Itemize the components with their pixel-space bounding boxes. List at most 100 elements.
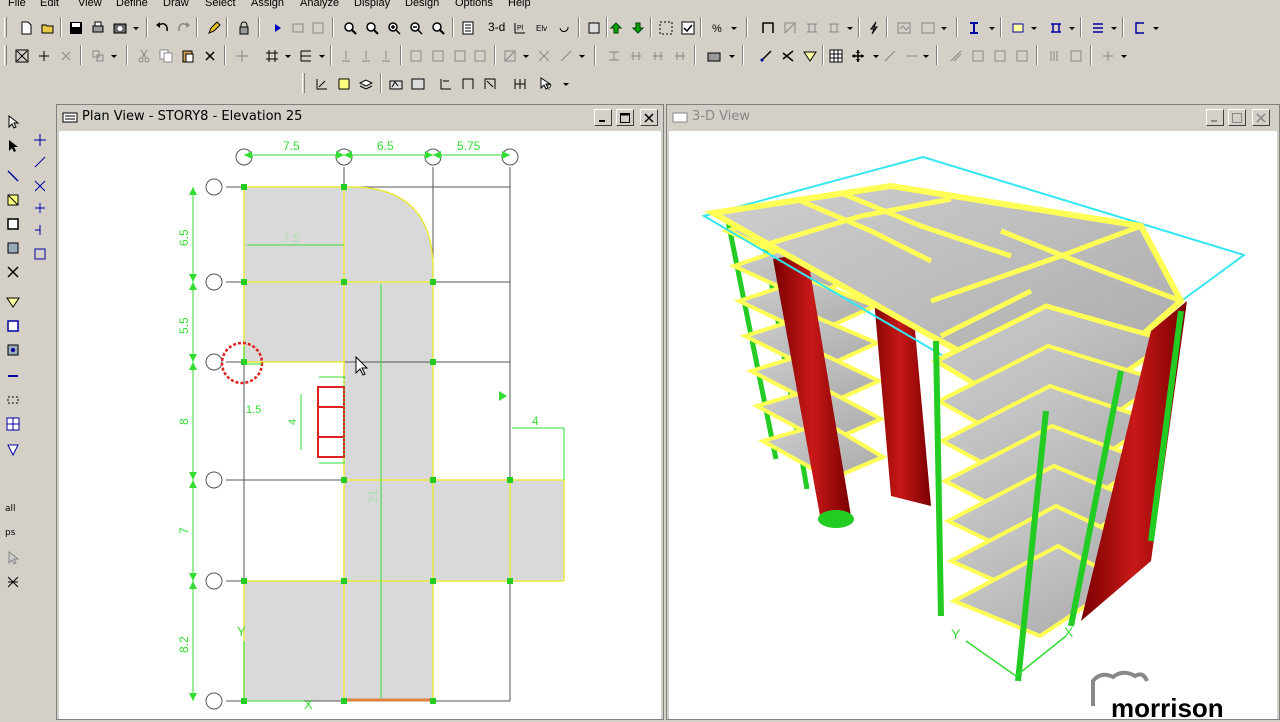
draw-brace-button[interactable] (780, 18, 798, 36)
plan-view-window[interactable]: Plan View - STORY8 - Elevation 25 7.5 6.… (56, 104, 664, 720)
draw-panel-tool[interactable] (3, 390, 23, 410)
draw-frame-button[interactable] (758, 18, 776, 36)
rotate-view-button[interactable] (554, 18, 572, 36)
joint-mass-button[interactable] (376, 46, 394, 64)
help-dropdown[interactable] (560, 74, 570, 92)
line-mass-button[interactable] (670, 46, 688, 64)
draw-area-button[interactable] (778, 46, 796, 64)
deselect-button[interactable] (56, 46, 74, 64)
undeformed-dropdown[interactable] (726, 46, 736, 64)
snap-end-tool[interactable] (30, 220, 50, 240)
set-limits-button[interactable] (458, 18, 476, 36)
cut-button[interactable] (134, 46, 152, 64)
show-forces-button[interactable] (894, 18, 912, 36)
draw-area-tool[interactable] (3, 190, 23, 210)
draw-grid-button[interactable] (826, 46, 844, 64)
perspective-toggle-button[interactable] (584, 18, 602, 36)
show-tables-button[interactable] (510, 74, 528, 92)
invert-selection-tool[interactable] (3, 572, 23, 592)
clear-selection-tool[interactable] (3, 548, 23, 568)
open-model-button[interactable] (38, 18, 56, 36)
area-dropdown[interactable] (1028, 18, 1038, 36)
set-building-options-button[interactable] (678, 18, 696, 36)
snap-points-button[interactable] (232, 46, 250, 64)
divide-dropdown[interactable] (920, 46, 930, 64)
area-load-dropdown[interactable] (520, 46, 530, 64)
line-spring-button[interactable] (648, 46, 666, 64)
story-button[interactable] (296, 46, 314, 64)
view-elevation-button[interactable]: Elv (532, 18, 550, 36)
show-section-button[interactable] (334, 74, 352, 92)
draw-slab-tool[interactable] (3, 316, 23, 336)
snap-mid-tool[interactable] (30, 244, 50, 264)
plan-maximize-button[interactable] (616, 109, 634, 126)
show-stress-button[interactable] (480, 74, 498, 92)
diaphragm-dropdown[interactable] (576, 46, 586, 64)
menu-view[interactable]: View (78, 0, 102, 9)
beams-button[interactable] (1066, 46, 1084, 64)
refresh-button[interactable] (308, 18, 326, 36)
undo-button[interactable] (152, 18, 170, 36)
wall-section-button[interactable] (1088, 18, 1106, 36)
new-model-button[interactable] (16, 18, 34, 36)
plan-minimize-button[interactable] (594, 109, 612, 126)
area-section-button[interactable] (1008, 18, 1026, 36)
wall-pier-button[interactable] (604, 46, 622, 64)
snap-intersect-tool[interactable] (30, 176, 50, 196)
display-frames-button[interactable] (946, 46, 964, 64)
snap-line-tool[interactable] (30, 152, 50, 172)
menu-draw[interactable]: Draw (163, 0, 189, 9)
diaphragm-button[interactable] (556, 46, 574, 64)
capture-dropdown[interactable] (130, 18, 140, 36)
menu-display[interactable]: Display (354, 0, 390, 9)
extrude-button[interactable] (880, 46, 898, 64)
joint-spring-button[interactable] (356, 46, 374, 64)
grid-button[interactable] (262, 46, 280, 64)
3d-minimize-button[interactable] (1206, 109, 1224, 126)
menu-design[interactable]: Design (405, 0, 439, 9)
area-load-button[interactable] (500, 46, 518, 64)
show-axes-button[interactable] (312, 74, 330, 92)
analysis-model-button[interactable] (386, 74, 404, 92)
lock-button[interactable] (234, 18, 252, 36)
draw-opening-tool[interactable] (3, 340, 23, 360)
move-down-button[interactable] (628, 18, 646, 36)
draw-beam-button[interactable] (802, 18, 820, 36)
move-dropdown[interactable] (870, 46, 880, 64)
draw-dropdown[interactable] (844, 18, 854, 36)
view-3d-button[interactable]: 3-d (484, 18, 510, 36)
redo-button[interactable] (174, 18, 192, 36)
menu-define[interactable]: Define (116, 0, 148, 9)
pointer-button[interactable] (3, 112, 23, 132)
replicate-dropdown[interactable] (108, 46, 118, 64)
display-shells-button[interactable] (968, 46, 986, 64)
show-shell-forces-button[interactable] (458, 74, 476, 92)
view-plan-button[interactable]: Pl (510, 18, 528, 36)
link-section-button[interactable] (1130, 18, 1148, 36)
3d-view-window[interactable]: 3-D View Y X morrison (666, 104, 1280, 722)
load-dropdown[interactable] (1066, 18, 1076, 36)
menu-help[interactable]: Help (508, 0, 531, 9)
section-dropdown[interactable] (986, 18, 996, 36)
snap-perp-tool[interactable] (30, 198, 50, 218)
draw-line-button[interactable] (756, 46, 774, 64)
previous-selection-tool[interactable]: ps (3, 524, 23, 544)
draw-rect-tool[interactable] (3, 214, 23, 234)
draw-region-tool[interactable] (3, 440, 23, 460)
copy-button[interactable] (156, 46, 174, 64)
move-points-button[interactable] (848, 46, 866, 64)
run-button[interactable] (864, 18, 882, 36)
draw-grid-tool[interactable] (3, 414, 23, 434)
show-undeformed-button[interactable] (704, 46, 722, 64)
save-button[interactable] (66, 18, 84, 36)
check-dropdown[interactable] (1118, 46, 1128, 64)
story-dropdown[interactable] (316, 46, 326, 64)
joint-restraint-button[interactable] (336, 46, 354, 64)
move-up-button[interactable] (606, 18, 624, 36)
intersect-button[interactable] (34, 46, 52, 64)
delete-button[interactable] (200, 46, 218, 64)
units-dropdown[interactable] (728, 18, 738, 36)
columns-button[interactable] (1044, 46, 1062, 64)
draw-wall-button[interactable] (800, 46, 818, 64)
snap-grid-tool[interactable] (30, 130, 50, 150)
